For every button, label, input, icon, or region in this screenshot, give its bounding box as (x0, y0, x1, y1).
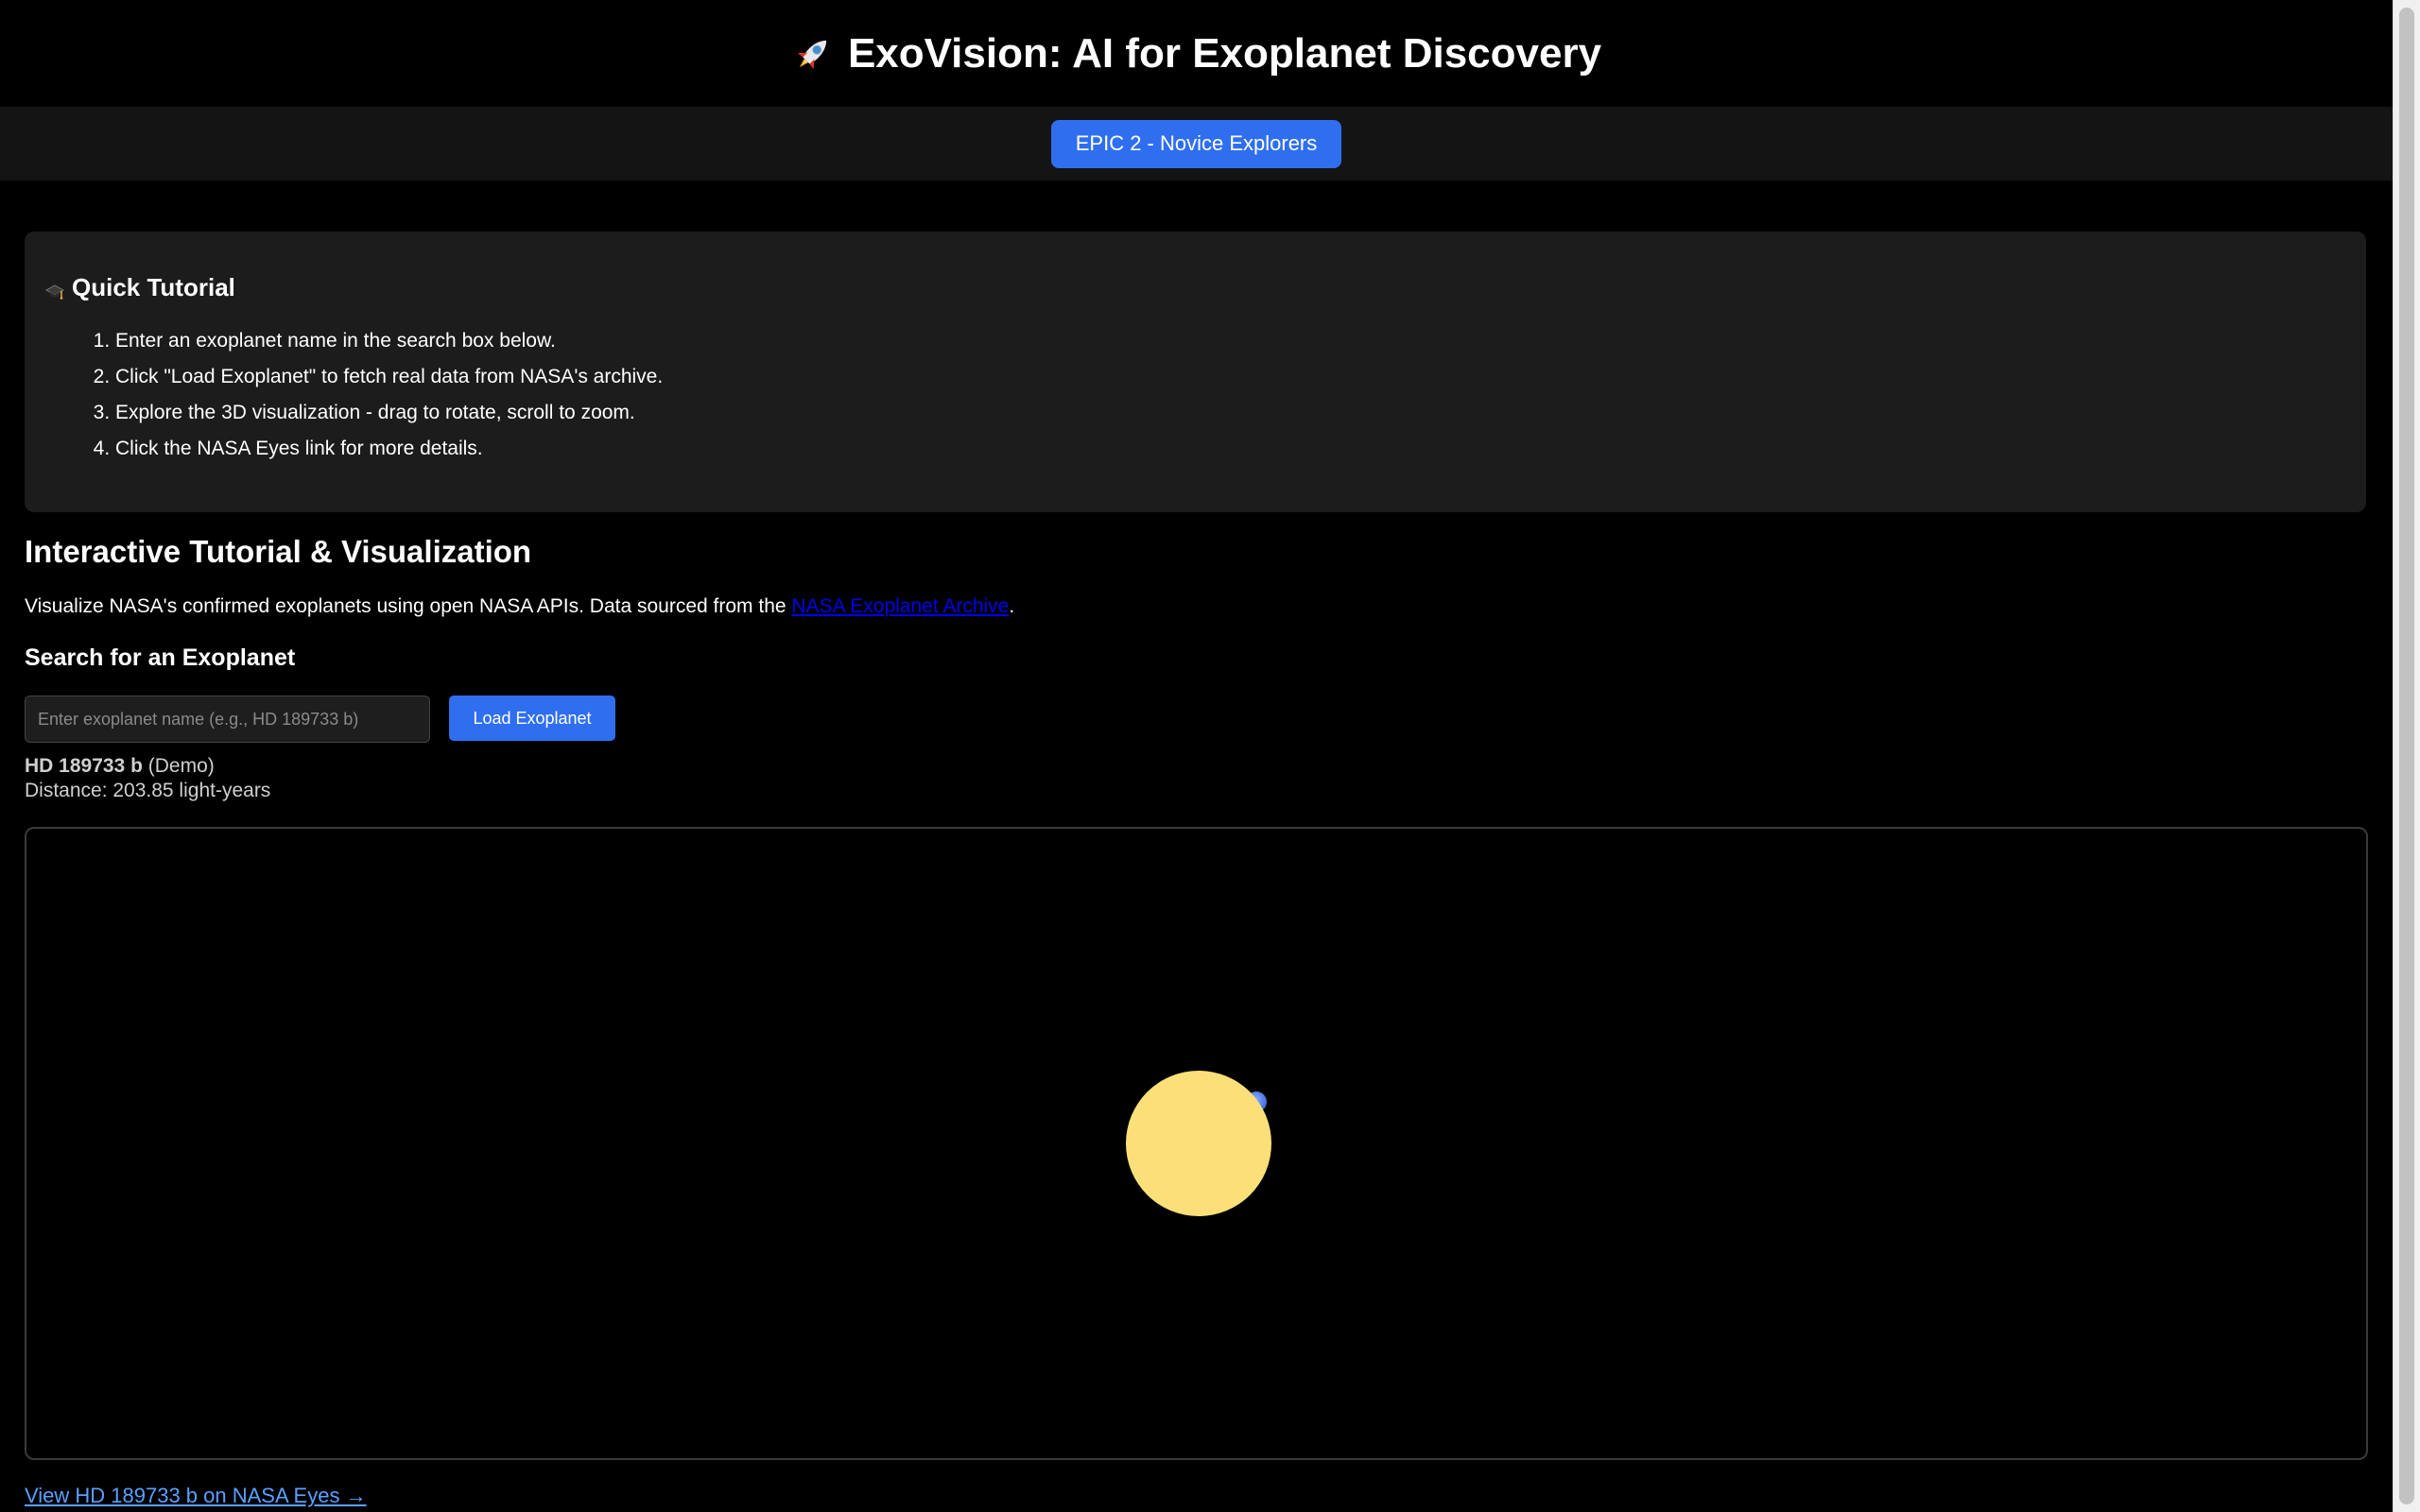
tutorial-title: Quick Tutorial (72, 273, 235, 301)
app-title: ExoVision: AI for Exoplanet Discovery (847, 29, 1602, 77)
epic-2-button[interactable]: EPIC 2 - Novice Explorers (1050, 119, 1342, 168)
search-row: Load Exoplanet (25, 696, 615, 743)
rocket-icon (791, 32, 835, 76)
nav-bar: EPIC 2 - Novice Explorers (0, 107, 2393, 180)
description: Visualize NASA's confirmed exoplanets us… (25, 595, 1014, 618)
planet-name-line: HD 189733 b (Demo) (25, 754, 270, 779)
page: ExoVision: AI for Exoplanet Discovery EP… (0, 0, 2393, 1512)
description-suffix: . (1009, 595, 1015, 617)
graduation-cap-icon (44, 279, 65, 300)
3d-visualization-canvas[interactable] (25, 827, 2368, 1460)
app-header: ExoVision: AI for Exoplanet Discovery (0, 0, 2393, 107)
app-title-heading: ExoVision: AI for Exoplanet Discovery (791, 30, 1601, 77)
quick-tutorial-panel: Quick Tutorial Enter an exoplanet name i… (25, 232, 2366, 512)
nasa-eyes-link[interactable]: View HD 189733 b on NASA Eyes → (25, 1484, 367, 1508)
visualization-scene (1126, 1071, 1271, 1216)
tutorial-step: Click "Load Exoplanet" to fetch real dat… (115, 359, 2345, 395)
description-text: Visualize NASA's confirmed exoplanets us… (25, 595, 792, 617)
tutorial-steps: Enter an exoplanet name in the search bo… (45, 323, 2345, 467)
load-exoplanet-button[interactable]: Load Exoplanet (449, 696, 615, 741)
host-star (1126, 1071, 1271, 1216)
tutorial-heading: Quick Tutorial (44, 273, 2345, 302)
scrollbar[interactable] (2393, 0, 2420, 1512)
planet-name: HD 189733 b (25, 755, 143, 777)
nasa-archive-link[interactable]: NASA Exoplanet Archive (791, 595, 1009, 617)
scrollbar-thumb[interactable] (2399, 8, 2414, 1504)
planet-distance: Distance: 203.85 light-years (25, 780, 271, 801)
tutorial-step: Enter an exoplanet name in the search bo… (115, 323, 2345, 359)
planet-info: HD 189733 b (Demo) Distance: 203.85 ligh… (25, 754, 270, 803)
search-heading: Search for an Exoplanet (25, 644, 296, 671)
tutorial-step: Explore the 3D visualization - drag to r… (115, 395, 2345, 431)
tutorial-step: Click the NASA Eyes link for more detail… (115, 431, 2345, 467)
section-title: Interactive Tutorial & Visualization (25, 534, 532, 569)
exoplanet-search-input[interactable] (25, 696, 430, 743)
demo-tag: (Demo) (147, 755, 215, 777)
